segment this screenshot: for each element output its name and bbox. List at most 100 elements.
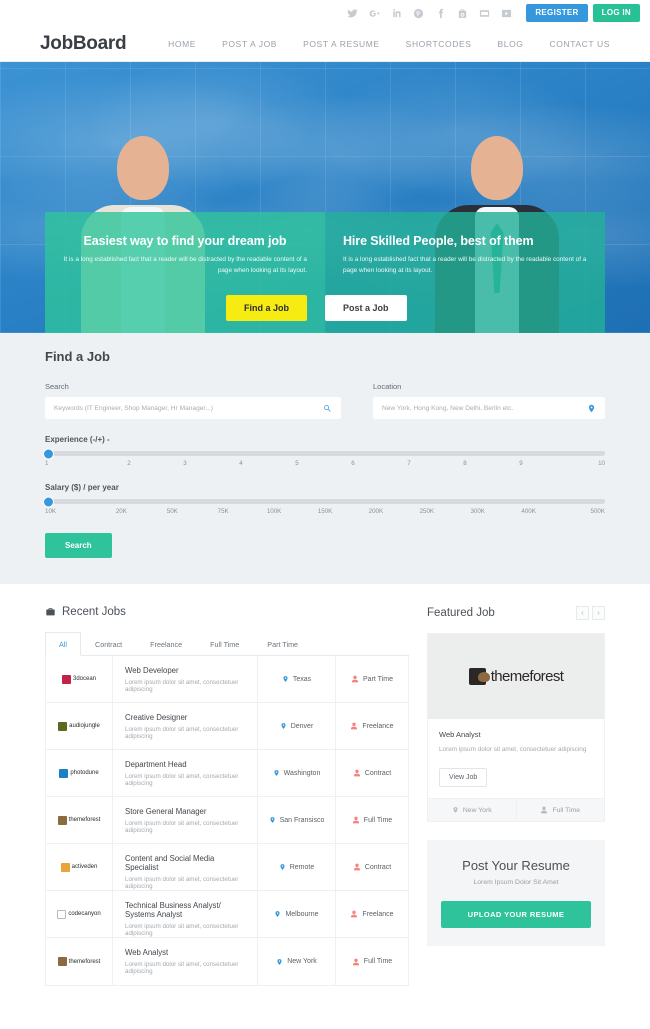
tab-part-time[interactable]: Part Time	[253, 632, 312, 656]
tab-contract[interactable]: Contract	[81, 632, 136, 656]
post-resume-title: Post Your Resume	[462, 858, 570, 874]
recent-jobs-title-row: Recent Jobs	[45, 606, 409, 618]
job-description: Lorem ipsum dolor sit amet, consectetuer…	[125, 923, 239, 937]
linkedin-icon[interactable]	[391, 8, 402, 19]
job-location-label: Texas	[292, 675, 312, 683]
nav-item-home[interactable]: HOME	[168, 39, 196, 49]
tab-all[interactable]: All	[45, 632, 81, 656]
search-input[interactable]: Keywords (IT Engineer, Shop Manager, Hr …	[45, 397, 341, 419]
job-location-label: Washington	[283, 769, 321, 777]
job-type-label: Full Time	[363, 958, 393, 965]
twitter-icon[interactable]	[347, 8, 359, 19]
tab-freelance[interactable]: Freelance	[136, 632, 196, 656]
youtube-icon[interactable]	[457, 8, 468, 19]
search-field-group: Search Keywords (IT Engineer, Shop Manag…	[45, 382, 341, 419]
hero-panel-find-job: Easiest way to find your dream job It is…	[45, 212, 325, 333]
site-logo[interactable]: JobBoard	[40, 33, 127, 55]
job-location: Melbourne	[258, 891, 336, 937]
salary-slider-knob[interactable]	[43, 496, 54, 507]
pinterest-icon[interactable]	[413, 8, 424, 19]
briefcase-icon	[46, 608, 55, 616]
job-title[interactable]: Store General Manager	[125, 807, 247, 816]
salary-label: Salary ($) / per year	[45, 483, 119, 492]
post-a-job-button[interactable]: Post a Job	[325, 295, 407, 321]
featured-job-carousel-controls: ‹ ›	[576, 606, 605, 620]
flickr-icon[interactable]	[479, 8, 490, 19]
upload-resume-button[interactable]: UPLOAD YOUR RESUME	[441, 901, 591, 929]
company-name: 3docean	[72, 676, 97, 682]
job-description: Lorem ipsum dolor sit amet, consectetuer…	[125, 961, 239, 975]
hero-right-paragraph: It is a long established fact that a rea…	[343, 256, 587, 274]
vimeo-icon[interactable]	[501, 8, 512, 19]
chevron-right-icon[interactable]: ›	[592, 606, 605, 620]
nav-item-contact-us[interactable]: CONTACT US	[550, 39, 610, 49]
featured-job-description: Lorem ipsum dolor sit amet, consectetuer…	[439, 746, 587, 753]
main-navigation: HOME POST A JOB POST A RESUME SHORTCODES…	[168, 39, 610, 49]
social-links	[347, 8, 512, 19]
job-info: Web Developer Lorem ipsum dolor sit amet,…	[113, 656, 258, 702]
post-your-resume-card: Post Your Resume Lorem Ipsum Dolor Sit A…	[427, 840, 605, 947]
search-submit-button[interactable]: Search	[45, 533, 112, 558]
job-type: Contract	[336, 750, 408, 796]
job-title[interactable]: Technical Business Analyst/ Systems Anal…	[125, 901, 247, 919]
salary-ticks: 10K 20K 50K 75K 100K 150K 200K 250K 300K…	[45, 508, 605, 515]
job-title[interactable]: Web Analyst	[125, 948, 247, 957]
experience-slider-track[interactable]	[43, 448, 605, 459]
table-row[interactable]: 3docean Web Developer Lorem ipsum dolor si…	[46, 656, 408, 703]
table-row[interactable]: audiojungle Creative Designer Lorem ipsum …	[46, 703, 408, 750]
company-mark-icon	[57, 909, 67, 919]
recent-jobs-title: Recent Jobs	[62, 606, 126, 618]
view-job-button[interactable]: View Job	[439, 768, 488, 788]
job-title[interactable]: Creative Designer	[125, 713, 247, 722]
facebook-icon[interactable]	[435, 8, 446, 19]
find-a-job-button[interactable]: Find a Job	[226, 295, 307, 321]
salary-tick: 10K	[45, 508, 57, 515]
job-title[interactable]: Department Head	[125, 760, 247, 769]
nav-item-blog[interactable]: BLOG	[498, 39, 524, 49]
table-row[interactable]: codecanyon Technical Business Analyst/ Sy…	[46, 891, 408, 938]
hero-right-heading: Hire Skilled People, best of them	[343, 234, 534, 248]
nav-item-post-a-job[interactable]: POST A JOB	[222, 39, 277, 49]
job-location: Denver	[258, 703, 336, 749]
location-placeholder: New York, Hong Kong, New Delhi, Berlin e…	[382, 404, 514, 412]
job-type: Part Time	[336, 656, 408, 702]
login-button[interactable]: LOG IN	[592, 4, 640, 22]
table-row[interactable]: activeden Content and Social Media Specia…	[46, 844, 408, 891]
job-type-label: Part Time	[363, 675, 393, 683]
nav-item-shortcodes[interactable]: SHORTCODES	[406, 39, 472, 49]
table-row[interactable]: photodune Department Head Lorem ipsum dolo…	[46, 750, 408, 797]
experience-slider-knob[interactable]	[43, 448, 54, 459]
experience-tick: 10	[598, 460, 605, 467]
hero-banner: Easiest way to find your dream job It is…	[0, 62, 650, 333]
map-pin-icon	[453, 807, 458, 814]
search-icon[interactable]	[323, 404, 332, 413]
themeforest-wordmark: themeforest	[490, 668, 564, 685]
salary-slider-track[interactable]	[43, 496, 605, 507]
job-type: Freelance	[336, 703, 408, 749]
table-row[interactable]: themeforest Store General Manager Lorem ip…	[46, 797, 408, 844]
tab-full-time[interactable]: Full Time	[196, 632, 253, 656]
featured-job-title: Featured Job	[427, 607, 495, 619]
job-title[interactable]: Web Developer	[125, 666, 247, 675]
chevron-left-icon[interactable]: ‹	[576, 606, 589, 620]
google-plus-icon[interactable]	[369, 8, 380, 19]
nav-item-post-a-resume[interactable]: POST A RESUME	[303, 39, 380, 49]
map-pin-icon[interactable]	[587, 404, 596, 413]
job-list: 3docean Web Developer Lorem ipsum dolor si…	[45, 656, 409, 986]
table-row[interactable]: themeforest Web Analyst Lorem ipsum dolor …	[46, 938, 408, 985]
job-type-label: Full Time	[363, 816, 393, 824]
salary-tick: 200K	[368, 508, 384, 515]
company-mark-icon	[60, 862, 70, 872]
experience-tick: 2	[127, 460, 131, 467]
location-input[interactable]: New York, Hong Kong, New Delhi, Berlin e…	[373, 397, 605, 419]
map-pin-icon	[283, 676, 288, 682]
experience-tick: 3	[183, 460, 187, 467]
company-logo: photodune	[46, 750, 113, 796]
job-info: Department Head Lorem ipsum dolor sit ame…	[113, 750, 258, 796]
register-button[interactable]: REGISTER	[526, 4, 588, 22]
company-name: photodune	[70, 770, 99, 776]
featured-job-image: themeforest	[428, 634, 604, 719]
person-icon	[353, 863, 360, 871]
sidebar: Featured Job ‹ › themeforest Web Analyst…	[427, 606, 605, 986]
job-title[interactable]: Content and Social Media Specialist	[125, 854, 247, 872]
